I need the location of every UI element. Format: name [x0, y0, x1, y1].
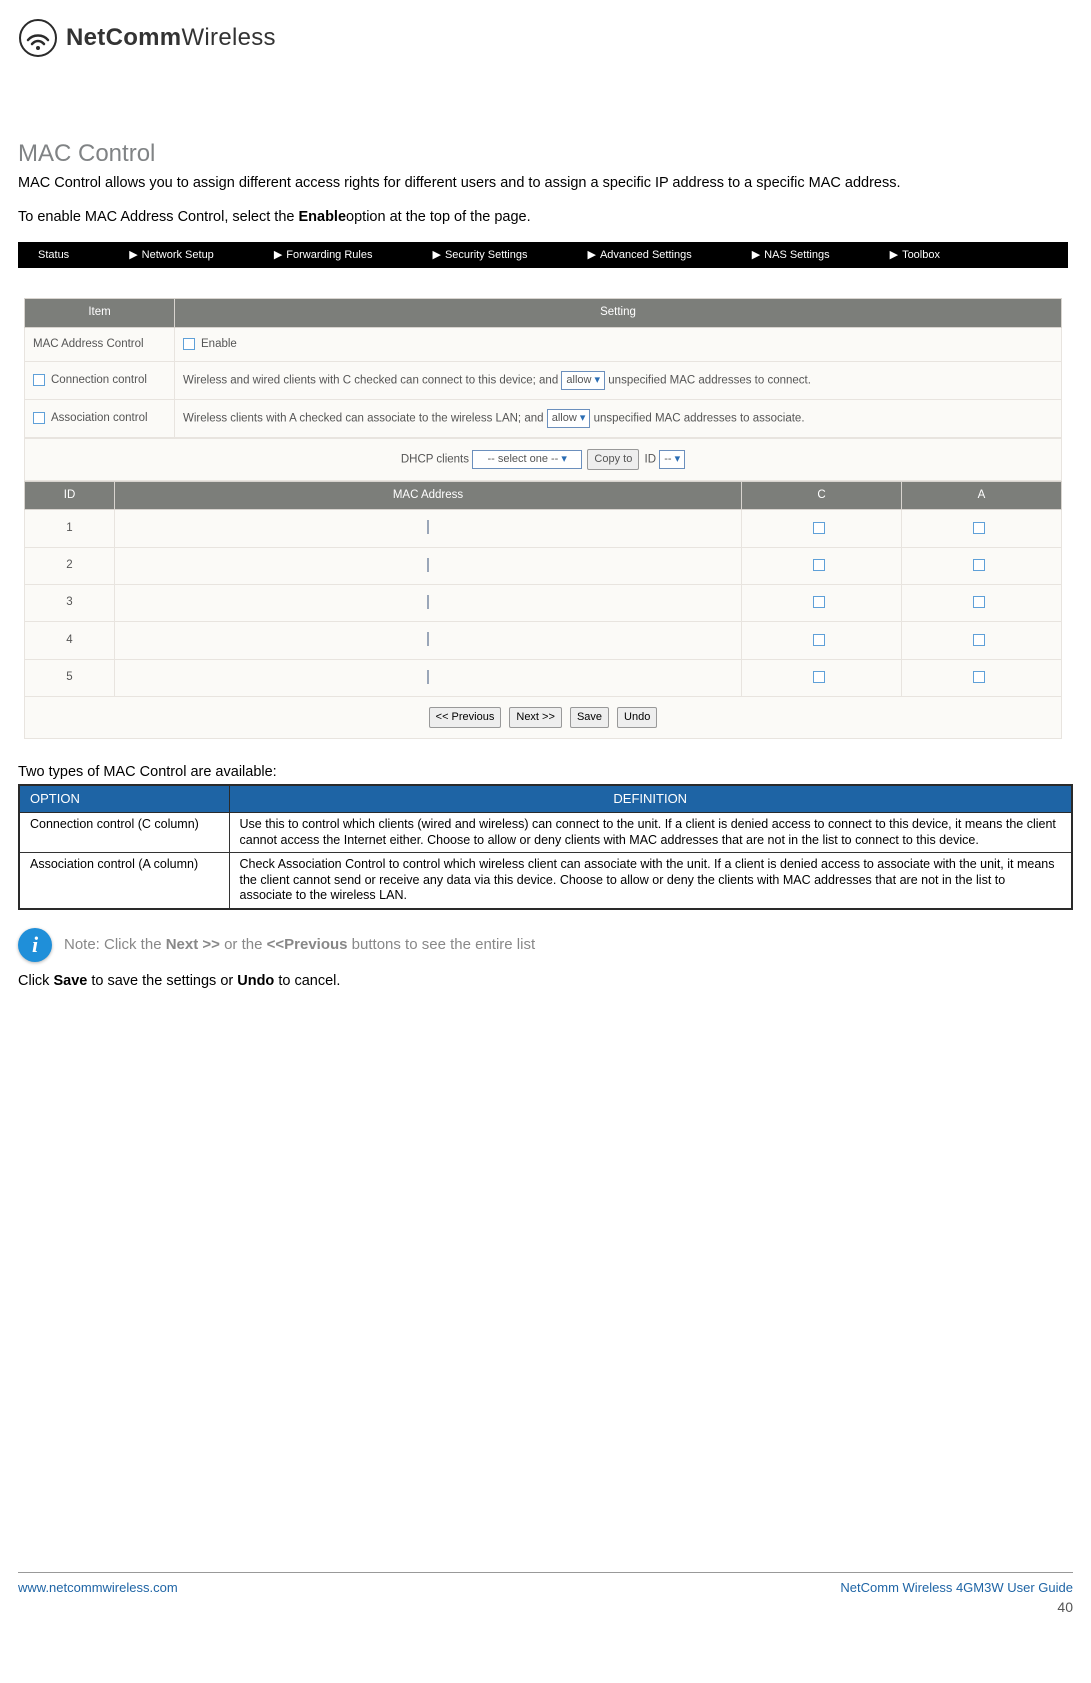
previous-button[interactable]: << Previous — [429, 707, 502, 728]
table-row: Connection control (C column) Use this t… — [19, 812, 1072, 852]
table-row: 1 — [25, 510, 1062, 547]
page-title: MAC Control — [18, 138, 1073, 170]
col-a: A — [902, 481, 1062, 510]
save-instruction: Click Save to save the settings or Undo … — [18, 972, 1073, 992]
association-checkbox[interactable] — [33, 412, 45, 424]
row-association-control: Association control Wireless clients wit… — [25, 400, 1062, 438]
col-mac: MAC Address — [115, 481, 742, 510]
router-screenshot: Status ▶ Network Setup ▶ Forwarding Rule… — [18, 242, 1068, 747]
info-icon: i — [18, 928, 52, 962]
table-row: Association control (A column) Check Ass… — [19, 853, 1072, 909]
col-definition: DEFINITION — [229, 785, 1072, 812]
table-row: 5 — [25, 659, 1062, 696]
col-setting: Setting — [175, 299, 1062, 328]
wifi-icon — [18, 18, 58, 58]
nav-network-setup[interactable]: ▶ Network Setup — [129, 248, 214, 263]
a-checkbox[interactable] — [973, 559, 985, 571]
note-row: i Note: Click the Next >> or the <<Previ… — [18, 928, 1073, 962]
chevron-down-icon: ▾ — [675, 453, 681, 465]
row-connection-control: Connection control Wireless and wired cl… — [25, 362, 1062, 400]
page-footer: www.netcommwireless.com NetComm Wireless… — [18, 1573, 1073, 1599]
row-mac-control: MAC Address Control Enable — [25, 327, 1062, 362]
c-checkbox[interactable] — [813, 522, 825, 534]
connection-allow-select[interactable]: allow ▾ — [561, 371, 605, 390]
intro-paragraph: MAC Control allows you to assign differe… — [18, 174, 1073, 194]
mac-input[interactable] — [427, 520, 429, 534]
table-row: 4 — [25, 622, 1062, 659]
nav-security[interactable]: ▶ Security Settings — [432, 248, 527, 263]
mac-list-table: ID MAC Address C A 1 2 3 4 5 — [24, 481, 1062, 697]
copy-to-button[interactable]: Copy to — [587, 449, 639, 470]
router-nav: Status ▶ Network Setup ▶ Forwarding Rule… — [18, 242, 1068, 269]
chevron-down-icon: ▾ — [595, 374, 601, 386]
association-allow-select[interactable]: allow ▾ — [547, 409, 591, 428]
nav-status[interactable]: Status — [38, 248, 69, 263]
c-checkbox[interactable] — [813, 671, 825, 683]
c-checkbox[interactable] — [813, 559, 825, 571]
enable-instruction: To enable MAC Address Control, select th… — [18, 208, 1073, 228]
col-option: OPTION — [19, 785, 229, 812]
dhcp-row: DHCP clients -- select one -- ▾ Copy to … — [24, 438, 1062, 481]
mac-input[interactable] — [427, 595, 429, 609]
connection-checkbox[interactable] — [33, 374, 45, 386]
a-checkbox[interactable] — [973, 596, 985, 608]
a-checkbox[interactable] — [973, 522, 985, 534]
chevron-down-icon: ▾ — [580, 412, 586, 424]
mac-input[interactable] — [427, 670, 429, 684]
brand-text: NetCommWireless — [66, 22, 276, 54]
save-button[interactable]: Save — [570, 707, 609, 728]
brand-logo: NetCommWireless — [18, 18, 1073, 58]
next-button[interactable]: Next >> — [509, 707, 562, 728]
footer-url: www.netcommwireless.com — [18, 1579, 178, 1597]
table-row: 2 — [25, 547, 1062, 584]
button-row: << Previous Next >> Save Undo — [24, 697, 1062, 739]
enable-checkbox[interactable] — [183, 338, 195, 350]
nav-toolbox[interactable]: ▶ Toolbox — [890, 248, 940, 263]
nav-nas[interactable]: ▶ NAS Settings — [752, 248, 830, 263]
footer-guide: NetComm Wireless 4GM3W User Guide — [840, 1579, 1073, 1597]
dhcp-clients-select[interactable]: -- select one -- ▾ — [472, 450, 582, 469]
table-row: 3 — [25, 585, 1062, 622]
def-intro: Two types of MAC Control are available: — [18, 763, 1073, 783]
col-item: Item — [25, 299, 175, 328]
a-checkbox[interactable] — [973, 634, 985, 646]
id-select[interactable]: -- ▾ — [659, 450, 685, 469]
a-checkbox[interactable] — [973, 671, 985, 683]
col-id: ID — [25, 481, 115, 510]
undo-button[interactable]: Undo — [617, 707, 657, 728]
definition-table: OPTION DEFINITION Connection control (C … — [18, 784, 1073, 910]
col-c: C — [742, 481, 902, 510]
mac-input[interactable] — [427, 558, 429, 572]
settings-table: Item Setting MAC Address Control Enable … — [24, 298, 1062, 438]
c-checkbox[interactable] — [813, 596, 825, 608]
mac-input[interactable] — [427, 632, 429, 646]
chevron-down-icon: ▾ — [561, 453, 567, 465]
page-number: 40 — [18, 1598, 1073, 1617]
nav-forwarding[interactable]: ▶ Forwarding Rules — [274, 248, 373, 263]
note-text: Note: Click the Next >> or the <<Previou… — [64, 935, 535, 955]
nav-advanced[interactable]: ▶ Advanced Settings — [588, 248, 692, 263]
c-checkbox[interactable] — [813, 634, 825, 646]
